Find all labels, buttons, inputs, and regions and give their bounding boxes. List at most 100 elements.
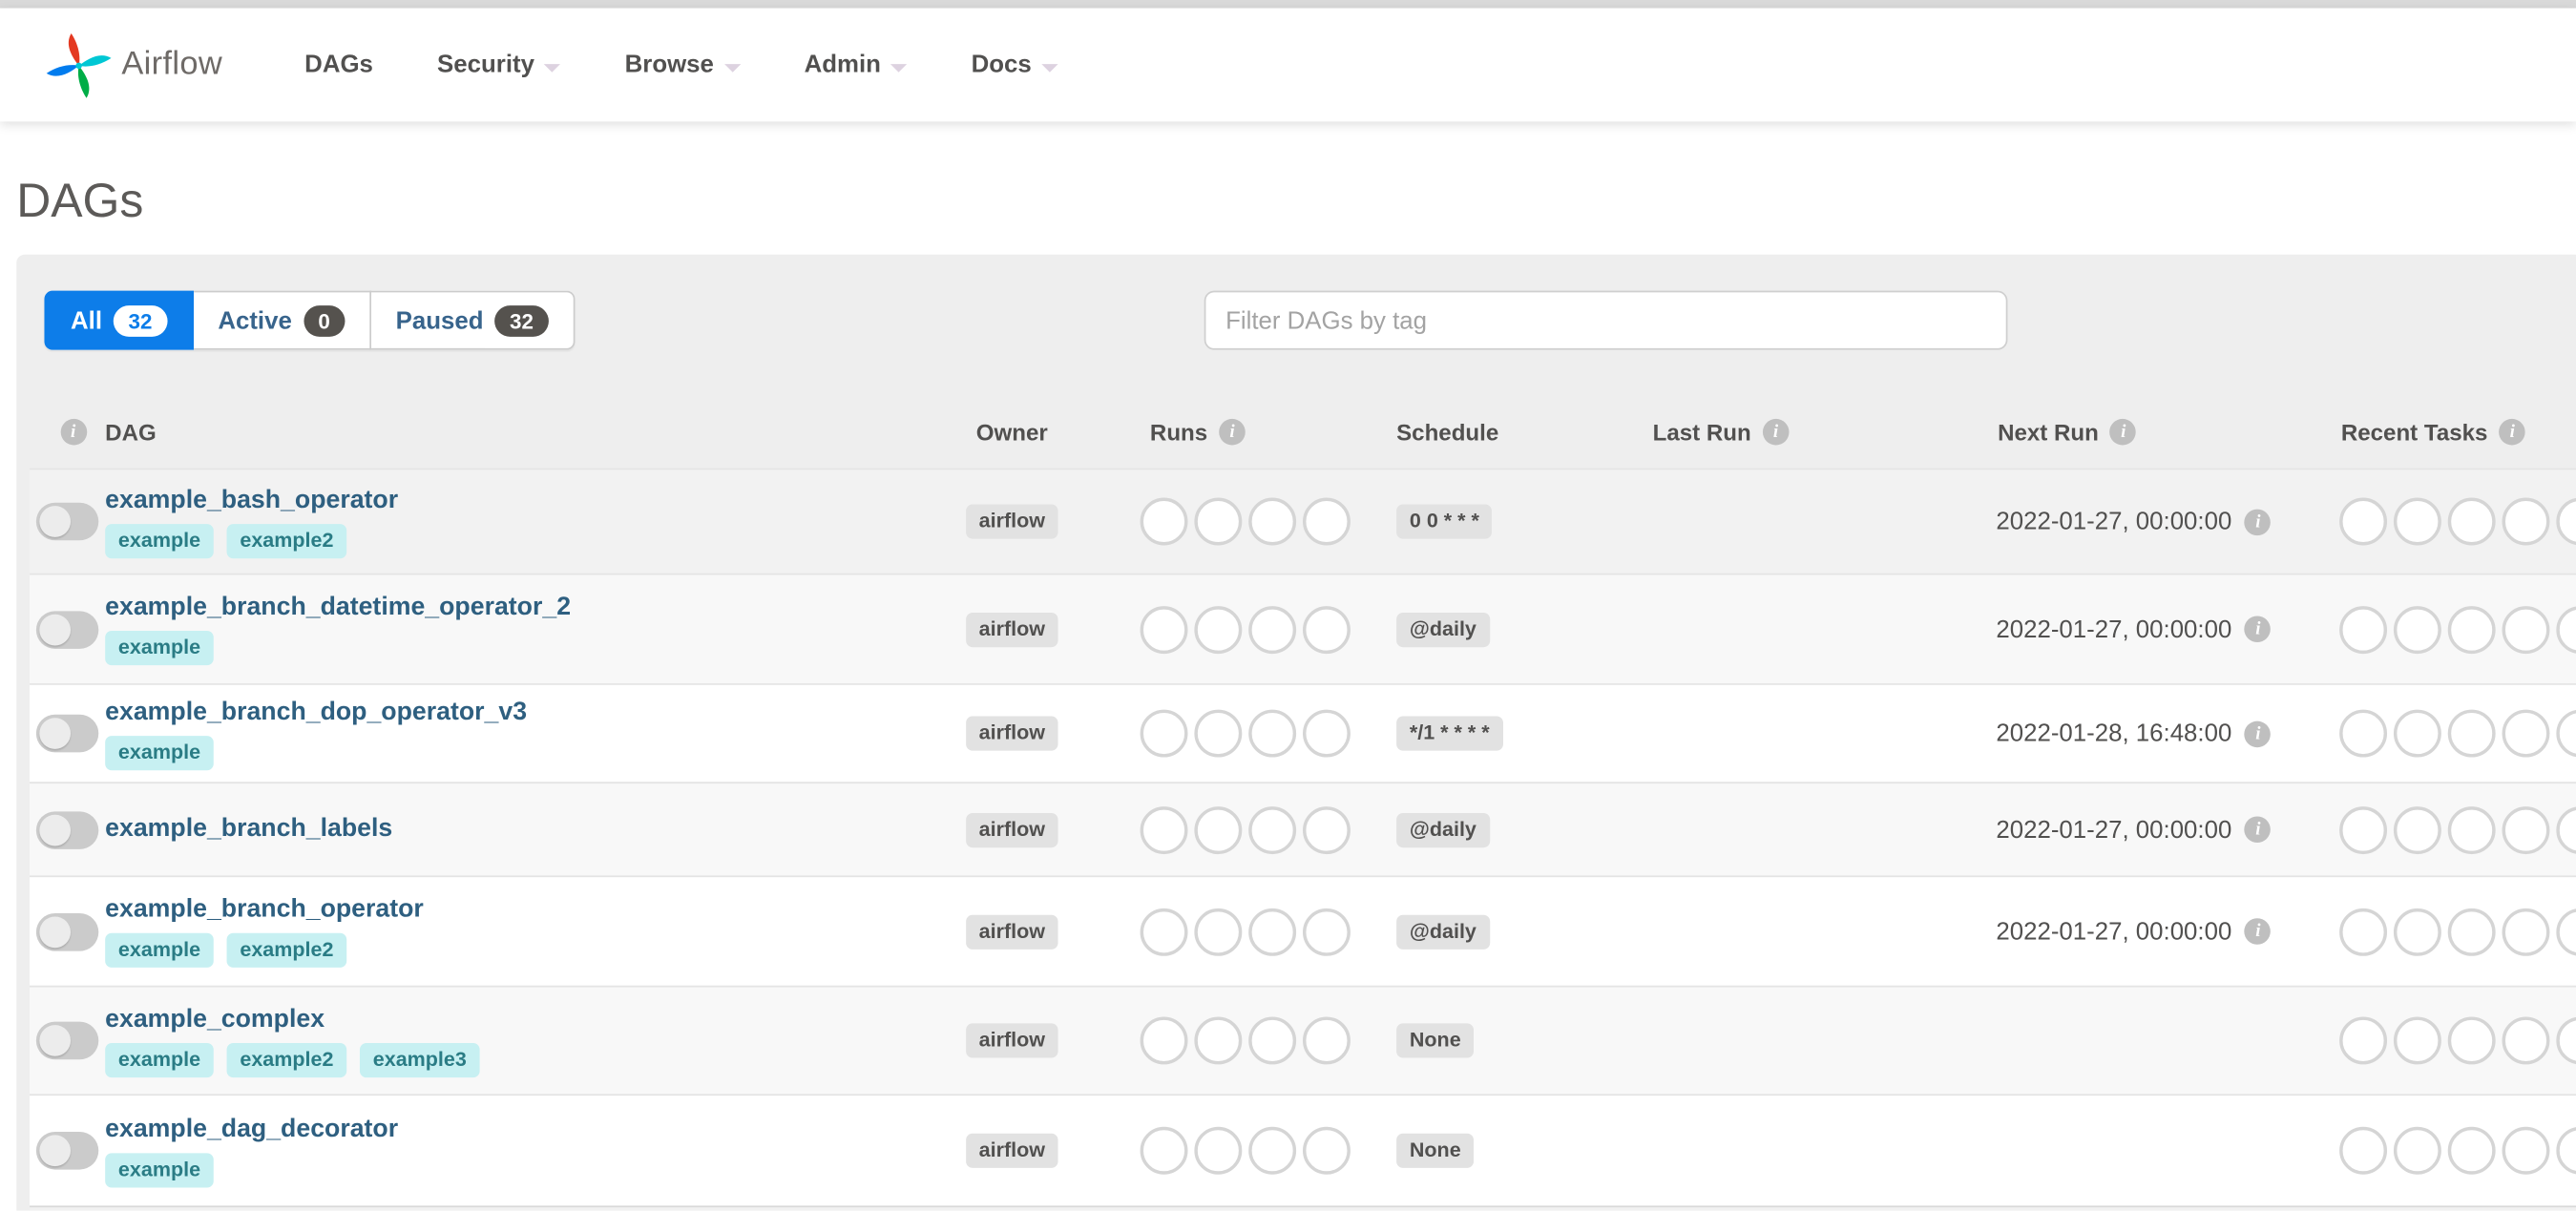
dag-run-status-circle[interactable] bbox=[1248, 805, 1297, 854]
nav-item-dags[interactable]: DAGs bbox=[304, 51, 373, 78]
dag-link[interactable]: example_branch_datetime_operator_2 bbox=[105, 593, 571, 622]
dag-link[interactable]: example_bash_operator bbox=[105, 486, 398, 515]
dag-run-status-circle[interactable] bbox=[1140, 805, 1188, 854]
dag-run-status-circle[interactable] bbox=[1302, 1126, 1351, 1175]
owner-badge[interactable]: airflow bbox=[965, 913, 1058, 950]
recent-task-status-circle[interactable] bbox=[2502, 908, 2550, 955]
dag-run-status-circle[interactable] bbox=[1248, 497, 1297, 546]
recent-task-status-circle[interactable] bbox=[2556, 605, 2576, 654]
recent-task-status-circle[interactable] bbox=[2556, 497, 2576, 546]
recent-task-status-circle[interactable] bbox=[2393, 805, 2441, 854]
tag-badge[interactable]: example bbox=[105, 1152, 214, 1187]
tag-badge[interactable]: example bbox=[105, 1042, 214, 1077]
dag-run-status-circle[interactable] bbox=[1248, 605, 1297, 654]
dag-link[interactable]: example_branch_dop_operator_v3 bbox=[105, 698, 527, 727]
column-header-label[interactable]: Schedule bbox=[1396, 418, 1498, 445]
filter-tab-paused[interactable]: Paused 32 bbox=[370, 290, 575, 350]
column-header-label[interactable]: Last Run bbox=[1653, 418, 1751, 445]
recent-task-status-circle[interactable] bbox=[2393, 497, 2441, 546]
recent-task-status-circle[interactable] bbox=[2502, 1016, 2550, 1065]
recent-task-status-circle[interactable] bbox=[2556, 1126, 2576, 1175]
tag-badge[interactable]: example2 bbox=[226, 523, 347, 558]
column-header-label[interactable]: Next Run bbox=[1998, 418, 2099, 445]
recent-task-status-circle[interactable] bbox=[2502, 709, 2550, 758]
dag-run-status-circle[interactable] bbox=[1194, 805, 1243, 854]
brand-home-link[interactable]: Airflow bbox=[44, 26, 222, 105]
dag-run-status-circle[interactable] bbox=[1302, 605, 1351, 654]
recent-task-status-circle[interactable] bbox=[2339, 497, 2388, 546]
tag-filter-input[interactable] bbox=[1204, 290, 2008, 350]
recent-task-status-circle[interactable] bbox=[2502, 497, 2550, 546]
info-icon[interactable]: i bbox=[2245, 616, 2272, 643]
info-icon[interactable]: i bbox=[2245, 816, 2272, 844]
column-header-label[interactable]: Runs bbox=[1150, 418, 1207, 445]
nav-item-docs[interactable]: Docs bbox=[972, 51, 1058, 79]
schedule-badge[interactable]: None bbox=[1396, 1023, 1475, 1058]
recent-task-status-circle[interactable] bbox=[2447, 908, 2496, 955]
dag-pause-toggle[interactable] bbox=[35, 502, 99, 541]
recent-task-status-circle[interactable] bbox=[2447, 1126, 2496, 1175]
dag-run-status-circle[interactable] bbox=[1194, 497, 1243, 546]
dag-run-status-circle[interactable] bbox=[1194, 1016, 1243, 1065]
info-icon[interactable]: i bbox=[2245, 508, 2272, 535]
column-header-label[interactable]: Recent Tasks bbox=[2341, 418, 2488, 445]
recent-task-status-circle[interactable] bbox=[2339, 805, 2388, 854]
schedule-badge[interactable]: @daily bbox=[1396, 913, 1490, 950]
info-icon[interactable]: i bbox=[59, 418, 87, 445]
recent-task-status-circle[interactable] bbox=[2447, 605, 2496, 654]
dag-pause-toggle[interactable] bbox=[35, 912, 99, 950]
recent-task-status-circle[interactable] bbox=[2502, 805, 2550, 854]
tag-badge[interactable]: example bbox=[105, 735, 214, 770]
dag-run-status-circle[interactable] bbox=[1302, 709, 1351, 758]
filter-tab-all[interactable]: All 32 bbox=[44, 290, 194, 350]
dag-run-status-circle[interactable] bbox=[1140, 497, 1188, 546]
dag-link[interactable]: example_dag_decorator bbox=[105, 1115, 398, 1144]
tag-badge[interactable]: example bbox=[105, 932, 214, 968]
tag-badge[interactable]: example bbox=[105, 630, 214, 666]
owner-badge[interactable]: airflow bbox=[965, 1023, 1058, 1058]
dag-run-status-circle[interactable] bbox=[1140, 1126, 1188, 1175]
dag-run-status-circle[interactable] bbox=[1248, 709, 1297, 758]
dag-run-status-circle[interactable] bbox=[1140, 908, 1188, 955]
owner-badge[interactable]: airflow bbox=[965, 1133, 1058, 1168]
nav-item-browse[interactable]: Browse bbox=[625, 51, 741, 79]
recent-task-status-circle[interactable] bbox=[2393, 605, 2441, 654]
info-icon[interactable]: i bbox=[2499, 418, 2526, 445]
dag-run-status-circle[interactable] bbox=[1140, 709, 1188, 758]
schedule-badge[interactable]: None bbox=[1396, 1133, 1475, 1168]
recent-task-status-circle[interactable] bbox=[2393, 1016, 2441, 1065]
dag-link[interactable]: example_complex bbox=[105, 1005, 325, 1034]
info-icon[interactable]: i bbox=[2245, 720, 2272, 747]
schedule-badge[interactable]: @daily bbox=[1396, 812, 1490, 847]
recent-task-status-circle[interactable] bbox=[2393, 1126, 2441, 1175]
dag-pause-toggle[interactable] bbox=[35, 1021, 99, 1060]
dag-run-status-circle[interactable] bbox=[1248, 1016, 1297, 1065]
owner-badge[interactable]: airflow bbox=[965, 504, 1058, 539]
recent-task-status-circle[interactable] bbox=[2556, 709, 2576, 758]
info-icon[interactable]: i bbox=[1219, 418, 1246, 445]
dag-run-status-circle[interactable] bbox=[1302, 497, 1351, 546]
recent-task-status-circle[interactable] bbox=[2393, 908, 2441, 955]
tag-badge[interactable]: example bbox=[105, 523, 214, 558]
schedule-badge[interactable]: 0 0 * * * bbox=[1396, 504, 1493, 539]
nav-item-admin[interactable]: Admin bbox=[805, 51, 908, 79]
recent-task-status-circle[interactable] bbox=[2447, 1016, 2496, 1065]
dag-pause-toggle[interactable] bbox=[35, 810, 99, 849]
recent-task-status-circle[interactable] bbox=[2447, 497, 2496, 546]
owner-badge[interactable]: airflow bbox=[965, 612, 1058, 647]
dag-run-status-circle[interactable] bbox=[1194, 908, 1243, 955]
dag-run-status-circle[interactable] bbox=[1140, 605, 1188, 654]
dag-run-status-circle[interactable] bbox=[1302, 805, 1351, 854]
recent-task-status-circle[interactable] bbox=[2339, 908, 2388, 955]
tag-badge[interactable]: example2 bbox=[226, 1042, 347, 1077]
schedule-badge[interactable]: */1 * * * * bbox=[1396, 716, 1503, 751]
dag-run-status-circle[interactable] bbox=[1302, 1016, 1351, 1065]
dag-pause-toggle[interactable] bbox=[35, 610, 99, 649]
dag-run-status-circle[interactable] bbox=[1302, 908, 1351, 955]
recent-task-status-circle[interactable] bbox=[2502, 605, 2550, 654]
recent-task-status-circle[interactable] bbox=[2339, 709, 2388, 758]
dag-run-status-circle[interactable] bbox=[1194, 709, 1243, 758]
recent-task-status-circle[interactable] bbox=[2339, 1126, 2388, 1175]
filter-tab-active[interactable]: Active 0 bbox=[193, 290, 371, 350]
dag-run-status-circle[interactable] bbox=[1194, 605, 1243, 654]
